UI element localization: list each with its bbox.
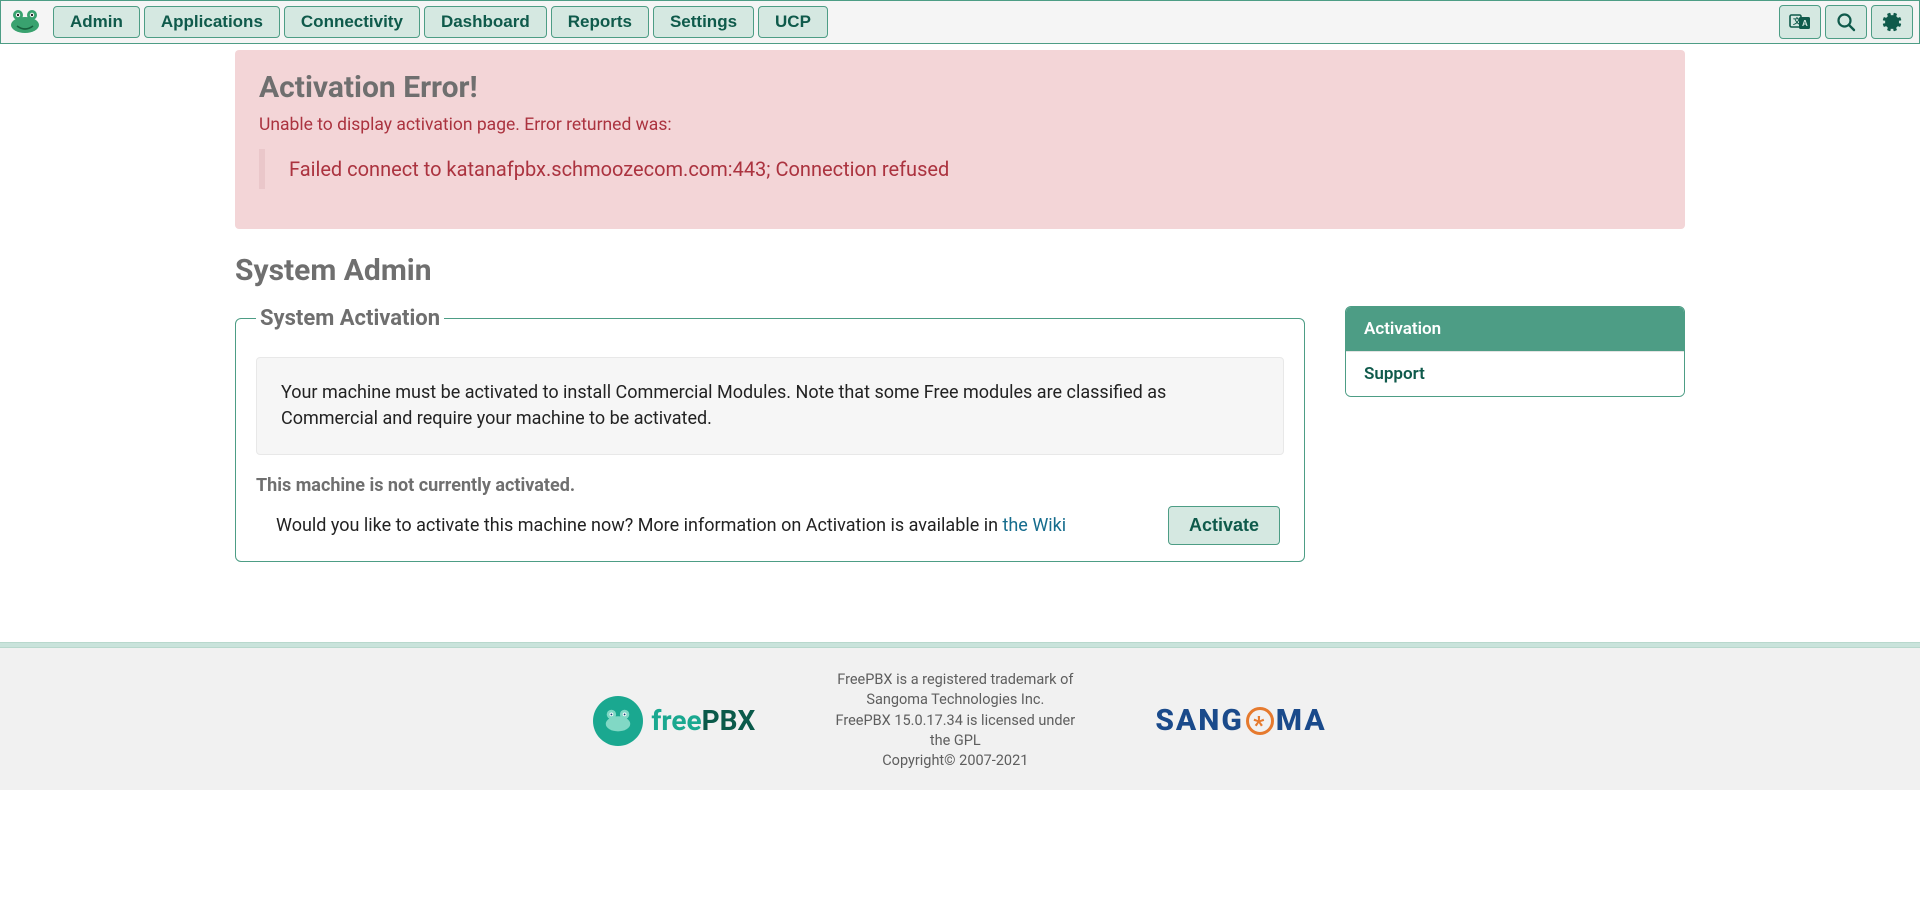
sangoma-logo[interactable]: SANG MA [1155, 703, 1326, 738]
freepbx-logo[interactable]: freePBX [593, 696, 755, 746]
frog-logo-icon[interactable] [7, 8, 43, 36]
panel-legend: System Activation [256, 306, 444, 331]
frog-circle-icon [593, 696, 643, 746]
main-container: Activation Error! Unable to display acti… [215, 50, 1705, 562]
page-title: System Admin [235, 253, 1685, 288]
activation-info-well: Your machine must be activated to instal… [256, 357, 1284, 455]
sangoma-o-icon [1246, 707, 1274, 735]
activate-button[interactable]: Activate [1168, 506, 1280, 545]
sidebar-item-support[interactable]: Support [1346, 352, 1684, 396]
footer-line3: Copyright© 2007-2021 [825, 751, 1085, 771]
sidebar-item-activation[interactable]: Activation [1346, 307, 1684, 352]
freepbx-text: freePBX [651, 704, 755, 737]
svg-text:A: A [1802, 19, 1808, 28]
footer-line1: FreePBX is a registered trademark of San… [825, 670, 1085, 711]
system-activation-panel: System Activation Your machine must be a… [235, 306, 1305, 562]
svg-text:文: 文 [1793, 16, 1802, 26]
alert-detail: Failed connect to katanafpbx.schmoozecom… [259, 149, 1661, 189]
sangoma-pre: SANG [1155, 703, 1243, 738]
language-icon[interactable]: 文 A [1779, 5, 1821, 39]
nav-reports[interactable]: Reports [551, 6, 649, 38]
alert-message: Unable to display activation page. Error… [259, 115, 1661, 135]
wiki-link[interactable]: the Wiki [1003, 515, 1067, 536]
nav-applications[interactable]: Applications [144, 6, 280, 38]
nav-right-group: 文 A [1779, 5, 1913, 39]
footer-line2: FreePBX 15.0.17.34 is licensed under the… [825, 711, 1085, 752]
nav-dashboard[interactable]: Dashboard [424, 6, 547, 38]
nav-connectivity[interactable]: Connectivity [284, 6, 420, 38]
alert-activation-error: Activation Error! Unable to display acti… [235, 50, 1685, 229]
sangoma-post: MA [1276, 703, 1327, 738]
nav-settings[interactable]: Settings [653, 6, 754, 38]
footer: freePBX FreePBX is a registered trademar… [0, 648, 1920, 789]
sidebar-list: Activation Support [1345, 306, 1685, 397]
activate-prompt-text: Would you like to activate this machine … [276, 515, 1003, 536]
nav-ucp[interactable]: UCP [758, 6, 828, 38]
footer-text: FreePBX is a registered trademark of San… [825, 670, 1085, 771]
nav-admin[interactable]: Admin [53, 6, 140, 38]
gear-icon[interactable] [1871, 5, 1913, 39]
not-activated-text: This machine is not currently activated. [256, 475, 1284, 496]
activate-prompt: Would you like to activate this machine … [276, 515, 1148, 536]
search-icon[interactable] [1825, 5, 1867, 39]
top-nav: Admin Applications Connectivity Dashboar… [0, 0, 1920, 44]
alert-title: Activation Error! [259, 70, 1661, 105]
activate-row: Would you like to activate this machine … [256, 506, 1284, 545]
